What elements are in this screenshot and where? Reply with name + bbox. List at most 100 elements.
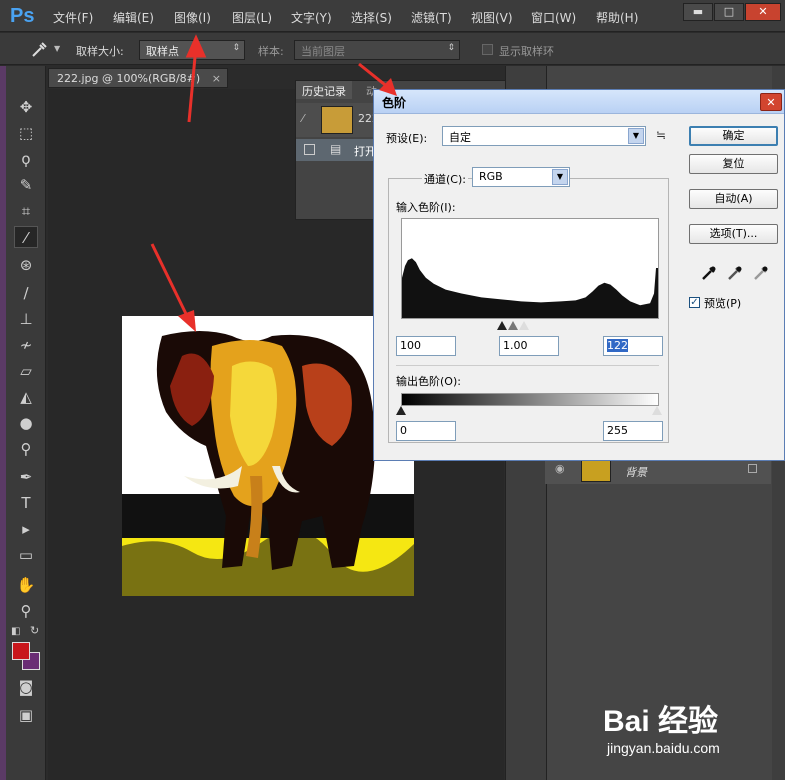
input-gamma-field[interactable]: 1.00	[499, 336, 559, 356]
chevron-down-icon: ▼	[552, 169, 568, 185]
chevron-down-icon: ▼	[628, 128, 644, 144]
lock-icon	[748, 464, 757, 473]
menu-type[interactable]: 文字(Y)	[291, 9, 332, 26]
brush-tool-icon[interactable]: ∕	[14, 282, 38, 304]
auto-button[interactable]: 自动(A)	[689, 189, 778, 209]
quick-mask-icon[interactable]: ◙	[14, 676, 38, 698]
close-document-icon[interactable]: ×	[212, 72, 221, 85]
output-black-slider[interactable]	[396, 406, 406, 415]
options-bar: ▼ 取样大小: 取样点 ⇕ 样本: 当前图层 ⇕ 显示取样环	[0, 33, 785, 65]
shape-tool-icon[interactable]: ▭	[14, 544, 38, 566]
swap-colors-icon[interactable]: ↻	[30, 624, 39, 637]
maximize-button[interactable]: □	[714, 3, 744, 21]
reset-button[interactable]: 复位	[689, 154, 778, 174]
ok-button[interactable]: 确定	[689, 126, 778, 146]
paint-bucket-tool-icon[interactable]: ◭	[14, 386, 38, 408]
foreground-color-swatch[interactable]	[12, 642, 30, 660]
preset-value: 自定	[449, 131, 471, 144]
menu-window[interactable]: 窗口(W)	[531, 9, 576, 26]
crop-tool-icon[interactable]: ⌗	[14, 200, 38, 222]
divider	[396, 365, 659, 366]
healing-tool-icon[interactable]: ⊛	[14, 254, 38, 276]
eyedropper-icon[interactable]	[30, 41, 48, 59]
channel-value: RGB	[479, 170, 503, 183]
document-icon: ▤	[330, 142, 342, 156]
menu-select[interactable]: 选择(S)	[351, 9, 392, 26]
pen-tool-icon[interactable]: ✒	[14, 466, 38, 488]
sample-select[interactable]: 当前图层 ⇕	[294, 40, 460, 60]
screen-mode-icon[interactable]: ▣	[14, 704, 38, 726]
document-tab[interactable]: 222.jpg @ 100%(RGB/8#) ×	[48, 68, 228, 88]
eye-icon[interactable]: ◉	[555, 462, 565, 475]
levels-titlebar[interactable]: 色阶 ✕	[374, 90, 784, 114]
gray-point-eyedropper-icon[interactable]	[726, 264, 744, 282]
input-black-field[interactable]: 100	[396, 336, 456, 356]
preset-select[interactable]: 自定 ▼	[442, 126, 646, 146]
layer-thumbnail	[581, 460, 611, 482]
blur-tool-icon[interactable]: ●	[14, 412, 38, 434]
levels-close-button[interactable]: ✕	[760, 93, 782, 111]
elephant-image	[122, 316, 414, 596]
tool-preset-chevron-icon[interactable]: ▼	[54, 44, 60, 53]
white-point-eyedropper-icon[interactable]	[752, 264, 770, 282]
hand-tool-icon[interactable]: ✋	[14, 574, 38, 596]
lasso-tool-icon[interactable]: ϙ	[14, 148, 38, 170]
preset-options-icon[interactable]: ≒	[656, 128, 666, 142]
menu-view[interactable]: 视图(V)	[471, 9, 513, 26]
sample-label: 样本:	[258, 45, 284, 58]
dodge-tool-icon[interactable]: ⚲	[14, 438, 38, 460]
layer-name: 背景	[625, 466, 647, 479]
input-levels-label: 输入色阶(I):	[396, 201, 456, 214]
output-white-field[interactable]: 255	[603, 421, 663, 441]
default-colors-icon[interactable]: ◧	[11, 626, 20, 637]
show-ring-checkbox[interactable]	[482, 44, 493, 55]
history-brush-source-icon[interactable]: ⁄	[302, 112, 304, 125]
path-select-tool-icon[interactable]: ▸	[14, 518, 38, 540]
sample-size-value: 取样点	[146, 45, 179, 58]
options-button[interactable]: 选项(T)...	[689, 224, 778, 244]
preset-label: 预设(E):	[386, 132, 428, 145]
desktop-edge	[0, 66, 6, 780]
sample-size-select[interactable]: 取样点 ⇕	[139, 40, 245, 60]
preview-checkbox[interactable]: ✓	[689, 297, 700, 308]
stamp-tool-icon[interactable]: ⊥	[14, 308, 38, 330]
sample-value: 当前图层	[301, 45, 345, 58]
history-step-checkbox[interactable]	[304, 144, 315, 155]
channel-select[interactable]: RGB ▼	[472, 167, 570, 187]
history-brush-tool-icon[interactable]: ≁	[14, 334, 38, 356]
quick-select-tool-icon[interactable]: ✎	[14, 174, 38, 196]
channel-label: 通道(C):	[422, 171, 468, 187]
output-black-field[interactable]: 0	[396, 421, 456, 441]
marquee-tool-icon[interactable]: ⬚	[14, 122, 38, 144]
document-tab-title: 222.jpg @ 100%(RGB/8#)	[57, 72, 201, 85]
input-white-field[interactable]: 122	[603, 336, 663, 356]
input-white-slider[interactable]	[519, 321, 529, 330]
eyedropper-tool-icon[interactable]: ⁄	[14, 226, 38, 248]
output-levels-label: 输出色阶(O):	[396, 375, 461, 388]
preview-label: 预览(P)	[704, 297, 742, 310]
eraser-tool-icon[interactable]: ▱	[14, 360, 38, 382]
output-white-slider[interactable]	[652, 406, 662, 415]
input-gamma-slider[interactable]	[508, 321, 518, 330]
window-close-button[interactable]: ✕	[745, 3, 781, 21]
menu-edit[interactable]: 编辑(E)	[113, 9, 154, 26]
watermark-logo: Bai 经验	[603, 705, 719, 738]
type-tool-icon[interactable]: T	[14, 492, 38, 514]
minimize-button[interactable]: ▬	[683, 3, 713, 21]
move-tool-icon[interactable]: ✥	[14, 96, 38, 118]
menu-filter[interactable]: 滤镜(T)	[411, 9, 452, 26]
show-ring-label: 显示取样环	[499, 45, 554, 58]
menu-file[interactable]: 文件(F)	[53, 9, 93, 26]
input-black-slider[interactable]	[497, 321, 507, 330]
updown-arrow-icon: ⇕	[232, 43, 240, 53]
history-tab[interactable]: 历史记录	[296, 81, 352, 99]
menu-image[interactable]: 图像(I)	[174, 9, 211, 26]
black-point-eyedropper-icon[interactable]	[700, 264, 718, 282]
updown-arrow-icon: ⇕	[447, 43, 455, 53]
sample-size-label: 取样大小:	[76, 45, 124, 58]
baidu-watermark: Bai 经验 jingyan.baidu.com	[603, 696, 783, 768]
menu-help[interactable]: 帮助(H)	[596, 9, 638, 26]
zoom-tool-icon[interactable]: ⚲	[14, 600, 38, 622]
menu-layer[interactable]: 图层(L)	[232, 9, 272, 26]
output-gradient	[401, 393, 659, 406]
